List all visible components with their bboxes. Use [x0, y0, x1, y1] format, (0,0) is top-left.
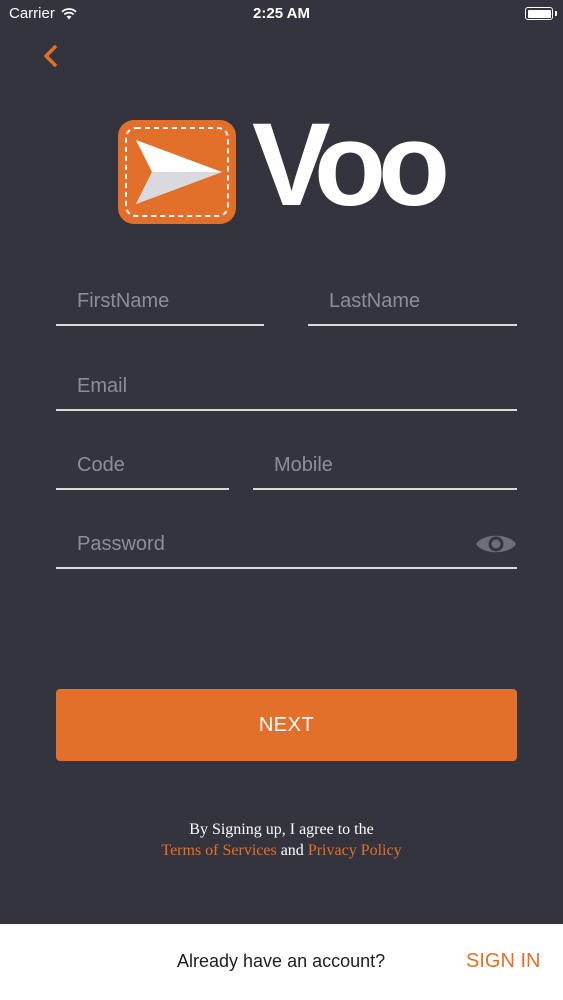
paper-plane-icon	[118, 120, 236, 224]
password-input[interactable]	[56, 521, 517, 567]
have-account-text: Already have an account?	[177, 951, 386, 971]
sign-in-link[interactable]: SIGN IN	[466, 950, 540, 973]
logo-wordmark: Voo	[252, 99, 450, 231]
back-button[interactable]	[36, 38, 68, 74]
terms-links-line: Terms of Services and Privacy Policy	[0, 840, 563, 861]
mobile-input[interactable]	[253, 442, 517, 488]
battery-icon	[525, 7, 557, 20]
code-input[interactable]	[56, 442, 229, 488]
bottom-bar: Already have an account? SIGN IN	[0, 924, 563, 1000]
terms-intro: By Signing up, I agree to the	[189, 821, 374, 838]
first-name-input[interactable]	[56, 278, 264, 324]
chevron-left-icon	[44, 45, 57, 67]
privacy-policy-link[interactable]: Privacy Policy	[308, 842, 402, 859]
password-field[interactable]	[56, 521, 517, 569]
eye-icon	[476, 535, 516, 553]
next-button[interactable]: NEXT	[56, 689, 517, 761]
last-name-input[interactable]	[308, 278, 517, 324]
mobile-field[interactable]	[253, 442, 517, 490]
code-field[interactable]	[56, 442, 229, 490]
status-time: 2:25 AM	[253, 5, 310, 22]
status-bar: Carrier 2:25 AM	[0, 0, 563, 30]
app-logo: Voo	[118, 106, 450, 224]
terms-notice: By Signing up, I agree to the Terms of S…	[0, 819, 563, 861]
show-password-toggle[interactable]	[475, 531, 517, 557]
terms-of-service-link[interactable]: Terms of Services	[161, 842, 276, 859]
last-name-field[interactable]	[308, 278, 517, 326]
terms-and-text: and	[280, 842, 304, 859]
first-name-field[interactable]	[56, 278, 264, 326]
email-field[interactable]	[56, 363, 517, 411]
email-input[interactable]	[56, 363, 517, 409]
